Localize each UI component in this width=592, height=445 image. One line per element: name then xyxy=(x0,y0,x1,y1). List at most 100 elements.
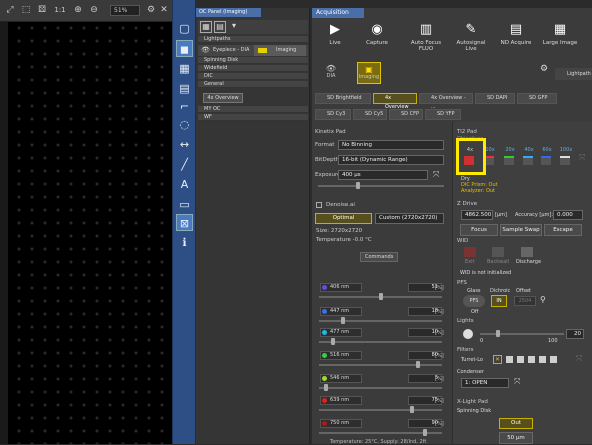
z-position-input[interactable]: 4862.500 xyxy=(461,210,493,220)
optimal-button[interactable]: Optimal xyxy=(315,213,372,224)
ratio-button[interactable]: 1:1 xyxy=(52,4,68,16)
chevron-down-icon[interactable]: ▾ xyxy=(228,21,240,33)
dice-icon[interactable]: ⚄ xyxy=(36,4,48,16)
layout-icon[interactable]: ▤ xyxy=(214,21,226,33)
spinning-out-button[interactable]: Out xyxy=(499,418,533,429)
group-general[interactable]: General xyxy=(198,81,308,88)
rectangle-tool-icon[interactable]: ▢ xyxy=(176,20,193,37)
autosignal-button[interactable]: ✎ Autosignal Live xyxy=(451,22,491,52)
escape-button[interactable]: Escape xyxy=(544,224,582,236)
exposure-tools-icon[interactable]: ⤧ xyxy=(433,170,439,180)
condenser-tools-icon[interactable]: ⤧ xyxy=(514,377,520,387)
light-bulb-icon[interactable] xyxy=(463,329,473,339)
group-widefield[interactable]: Widefield xyxy=(198,65,308,72)
wid-exit-icon[interactable] xyxy=(464,247,476,257)
channel-546-knob[interactable] xyxy=(324,384,328,391)
oc-sd-dapi[interactable]: SD DAPI xyxy=(475,93,515,104)
objective-60x-icon[interactable] xyxy=(541,156,551,165)
select-tool-icon[interactable]: ◼ xyxy=(176,40,193,57)
filter-position-5[interactable] xyxy=(539,356,546,363)
sample-swap-button[interactable]: Sample Swap xyxy=(500,224,542,236)
filter-tools-icon[interactable]: ⤧ xyxy=(576,354,582,364)
image-canvas[interactable] xyxy=(0,22,172,444)
oc-sd-brightfield[interactable]: SD Brightfield xyxy=(315,93,371,104)
info-tool-icon[interactable]: ℹ xyxy=(176,234,193,251)
exposure-input[interactable]: 400 µs xyxy=(338,170,428,180)
objective-40x[interactable]: 40x xyxy=(522,147,536,153)
group-wf[interactable]: WF xyxy=(198,114,308,121)
light-slider-knob[interactable] xyxy=(496,330,500,337)
group-lightpaths[interactable]: Lightpaths xyxy=(198,36,308,43)
oc-4x-overview-2[interactable]: 4x Overview - ... xyxy=(419,93,473,110)
focus-button[interactable]: Focus xyxy=(460,224,498,236)
mode-imaging[interactable]: ▣ Imaging xyxy=(357,62,381,84)
channel-447-slider[interactable] xyxy=(319,320,442,322)
general-4x-overview-button[interactable]: 4x Overview xyxy=(203,93,243,103)
light-slider[interactable] xyxy=(480,333,564,335)
oc-sd-cy3[interactable]: SD Cy3 xyxy=(315,109,351,120)
exposure-slider[interactable] xyxy=(318,185,444,187)
oc-sd-yfp[interactable]: SD YFP xyxy=(425,109,461,120)
crop-tool-icon[interactable]: ⌐ xyxy=(176,98,193,115)
bitdepth-select[interactable]: 16-bit (Dynamic Range) xyxy=(338,155,444,165)
oc-panel-tab[interactable]: OC Panel (Imaging) xyxy=(196,8,261,17)
channel-750-knob[interactable] xyxy=(423,429,427,436)
pfs-button[interactable]: PFS xyxy=(463,295,485,307)
oc-sd-cfp[interactable]: SD CFP xyxy=(389,109,423,120)
channel-639-slider[interactable] xyxy=(319,409,442,411)
settings-icon[interactable]: ⚙ xyxy=(145,4,157,16)
denoise-checkbox[interactable] xyxy=(316,202,322,208)
condenser-select[interactable]: 1: OPEN xyxy=(461,378,509,388)
channel-516-slider[interactable] xyxy=(319,364,442,366)
channel-477-knob[interactable] xyxy=(331,338,335,345)
grid-icon[interactable]: ⬚ xyxy=(20,4,32,16)
layout-tool-icon[interactable]: ▤ xyxy=(176,80,193,97)
table-icon[interactable]: ▦ xyxy=(200,21,212,33)
offset-input[interactable]: 2504 xyxy=(514,296,536,306)
roi-select[interactable]: Custom (2720x2720) xyxy=(375,213,444,224)
objective-100x-icon[interactable] xyxy=(560,156,570,165)
eyepiece-label[interactable]: Eyepiece - DIA xyxy=(213,47,249,53)
wid-backwall-icon[interactable] xyxy=(492,247,504,257)
zoom-in-icon[interactable]: ⊕ xyxy=(72,4,84,16)
grid-tool-icon[interactable]: ▦ xyxy=(176,60,193,77)
capture-button[interactable]: ◉ Capture xyxy=(357,22,397,46)
filter-position-3[interactable] xyxy=(517,356,524,363)
nd-acquire-button[interactable]: ▤ ND Acquire xyxy=(496,22,536,46)
channel-447-knob[interactable] xyxy=(341,317,345,324)
zoom-select[interactable]: 51% xyxy=(110,5,140,16)
commands-button[interactable]: Commands xyxy=(360,252,398,262)
lightpath-button[interactable]: Lightpath xyxy=(555,68,592,80)
group-dic[interactable]: DIC xyxy=(198,73,308,80)
lasso-tool-icon[interactable]: ◌ xyxy=(176,116,193,133)
search-icon[interactable]: ⚲ xyxy=(540,295,546,304)
channel-406-knob[interactable] xyxy=(379,293,383,300)
group-my-oc[interactable]: MY OC xyxy=(198,106,308,113)
analysis-tool-icon[interactable]: ⊠ xyxy=(176,214,193,231)
pinhole-50um-button[interactable]: 50 µm xyxy=(499,432,533,444)
large-image-button[interactable]: ▦ Large Image xyxy=(540,22,580,46)
channel-546-slider[interactable] xyxy=(319,387,442,389)
objective-40x-icon[interactable] xyxy=(523,156,533,165)
objective-20x-icon[interactable] xyxy=(504,156,514,165)
objective-60x[interactable]: 60x xyxy=(540,147,554,153)
close-icon[interactable]: ✕ xyxy=(158,4,170,16)
mode-dia[interactable]: 👁 DIA xyxy=(319,62,343,84)
gear-icon[interactable]: ⚙ xyxy=(540,64,548,74)
channel-516-knob[interactable] xyxy=(416,361,420,368)
objective-tools-icon[interactable]: ⤧ xyxy=(579,153,585,163)
line-tool-icon[interactable]: ╱ xyxy=(176,156,193,173)
objective-20x[interactable]: 20x xyxy=(503,147,517,153)
oc-sd-gfp[interactable]: SD GFP xyxy=(517,93,557,104)
oc-sd-cy5[interactable]: SD Cy5 xyxy=(353,109,387,120)
objective-100x[interactable]: 100x xyxy=(558,147,574,153)
oc-4x-overview[interactable]: 4x Overview xyxy=(373,93,417,110)
format-select[interactable]: No Binning xyxy=(338,140,444,150)
ruler-tool-icon[interactable]: ▭ xyxy=(176,196,193,213)
zoom-out-icon[interactable]: ⊖ xyxy=(88,4,100,16)
live-button[interactable]: ▶ Live xyxy=(315,22,355,46)
group-spinning-disk[interactable]: Spinning Disk xyxy=(198,57,308,64)
measure-tool-icon[interactable]: ↔ xyxy=(176,136,193,153)
filter-position-4[interactable] xyxy=(528,356,535,363)
filter-position-6[interactable] xyxy=(550,356,557,363)
